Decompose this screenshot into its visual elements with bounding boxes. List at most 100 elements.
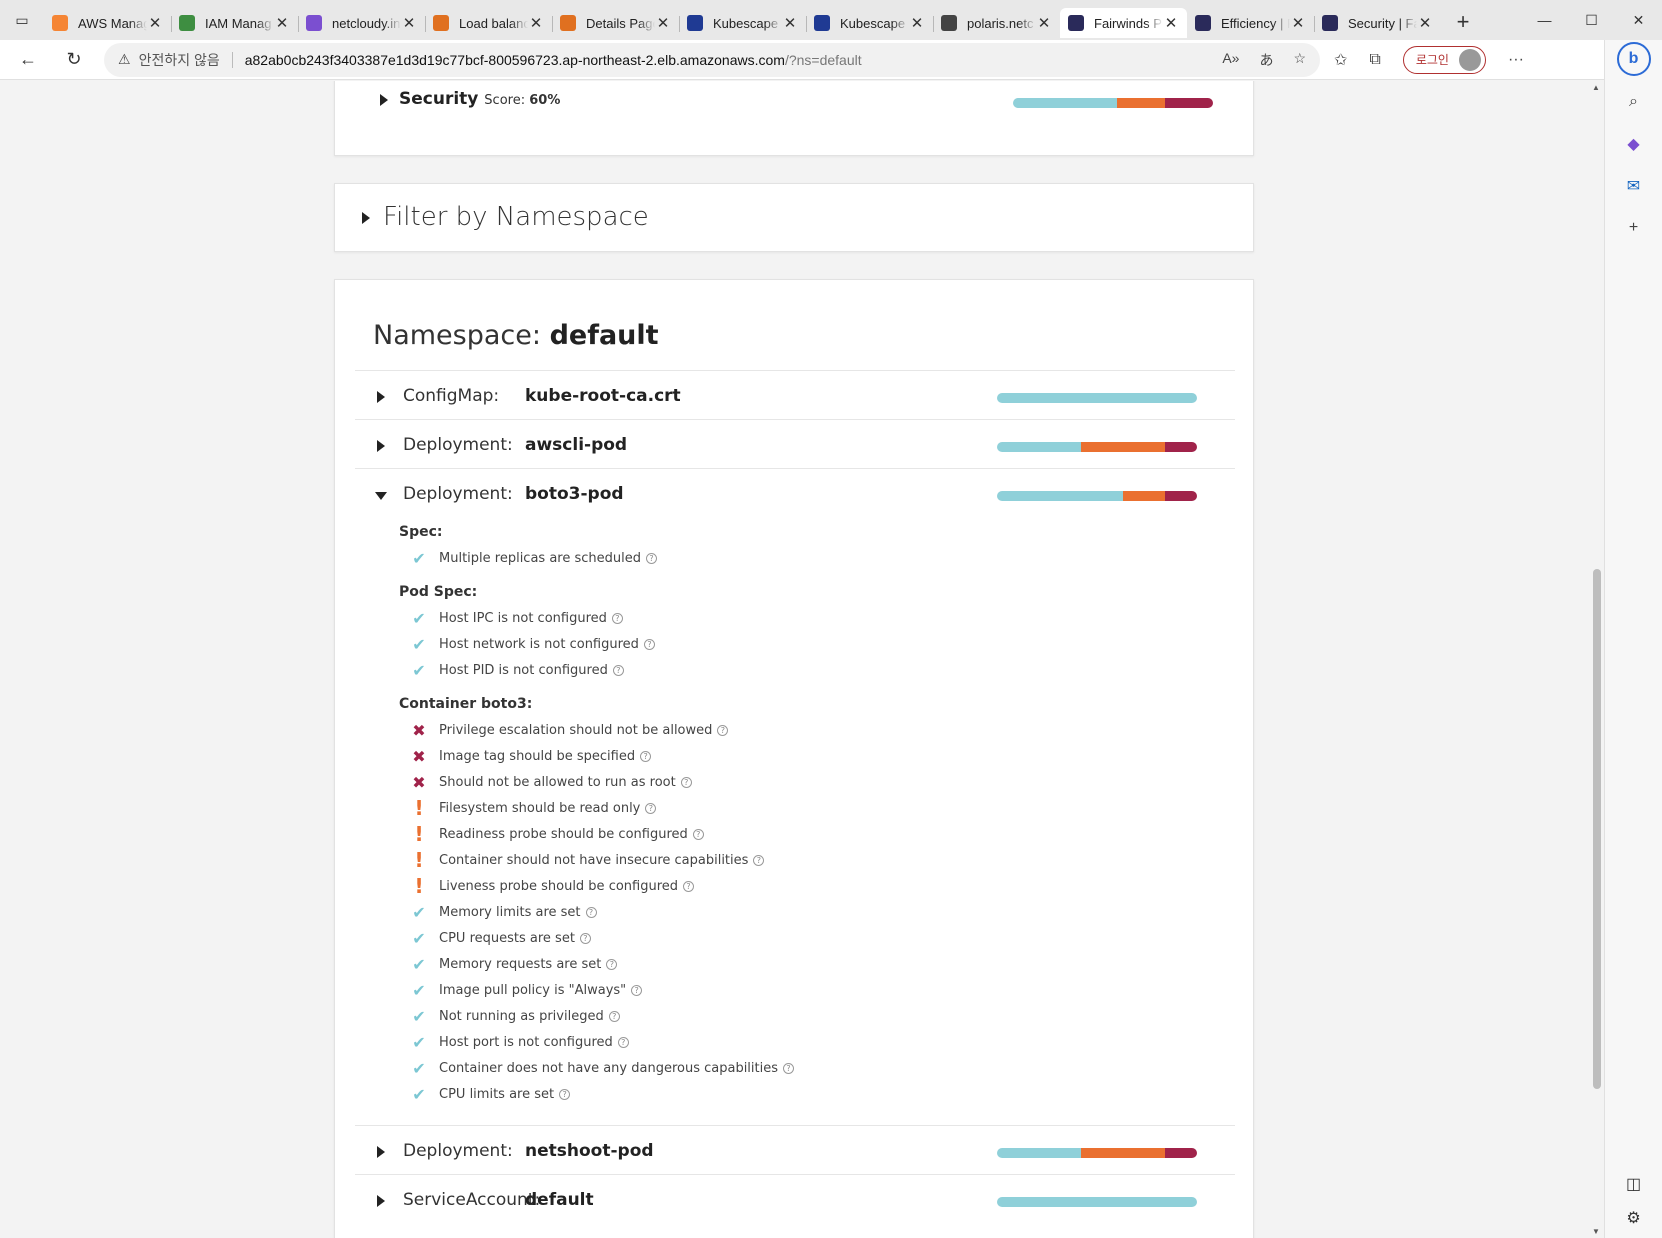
url-host[interactable]: a82ab0cb243f3403387e1d3d19c77bcf-8005967… [245, 52, 785, 68]
resource-row[interactable]: ServiceAccount: default [355, 1174, 1235, 1226]
question-circle-icon[interactable]: ? [559, 1088, 571, 1100]
resource-name[interactable]: default [525, 1190, 594, 1210]
close-tab-icon[interactable]: ✕ [1417, 14, 1433, 32]
resource-name[interactable]: kube-root-ca.crt [525, 386, 681, 406]
tools-icon[interactable]: ◆ [1618, 128, 1650, 160]
caret-right-icon[interactable] [377, 391, 385, 403]
question-circle-icon[interactable]: ? [585, 906, 597, 918]
question-circle-icon[interactable]: ? [631, 984, 643, 996]
browser-tab[interactable]: Details Page ✕ [552, 8, 679, 38]
check-group-label: Container boto3: [399, 696, 533, 712]
favorites-icon[interactable]: ✩ [1334, 50, 1347, 70]
resource-row[interactable]: Deployment: boto3-pod [355, 468, 1235, 520]
resource-score-bar [997, 491, 1197, 501]
page-scrollbar[interactable]: ▲ ▼ [1590, 81, 1604, 1238]
question-circle-icon[interactable]: ? [617, 1036, 629, 1048]
bing-icon[interactable]: b [1616, 42, 1651, 76]
url-path[interactable]: /?ns=default [785, 52, 862, 68]
caret-right-icon[interactable] [377, 1146, 385, 1158]
browser-tab[interactable]: Kubescape ✕ [806, 8, 933, 38]
resource-row[interactable]: ConfigMap: kube-root-ca.crt [355, 370, 1235, 422]
browser-tab[interactable]: Kubescape ✕ [679, 8, 806, 38]
browser-tab[interactable]: Security | Fa ✕ [1314, 8, 1441, 38]
resource-name[interactable]: boto3-pod [525, 484, 624, 504]
tab-actions-icon[interactable]: ▭ [0, 0, 44, 40]
browser-tab[interactable]: Fairwinds P ✕ [1060, 8, 1187, 38]
filter-namespace-title[interactable]: Filter by Namespace [383, 202, 649, 232]
caret-right-icon[interactable] [377, 1195, 385, 1207]
caret-down-icon[interactable] [375, 492, 387, 500]
caret-right-icon[interactable] [380, 94, 388, 106]
browser-tab[interactable]: Efficiency | F ✕ [1187, 8, 1314, 38]
browser-tab[interactable]: netcloudy.in ✕ [298, 8, 425, 38]
security-card[interactable]: Security Score: 60% [334, 81, 1254, 156]
back-icon[interactable]: ← [10, 42, 46, 78]
close-tab-icon[interactable]: ✕ [655, 14, 671, 32]
add-favorite-icon[interactable]: ☆ [1293, 50, 1306, 70]
translate-icon[interactable]: あ [1259, 50, 1273, 70]
more-menu-icon[interactable]: ··· [1508, 51, 1524, 69]
question-circle-icon[interactable]: ? [611, 612, 623, 624]
browser-tab[interactable]: IAM Manag ✕ [171, 8, 298, 38]
question-circle-icon[interactable]: ? [783, 1062, 795, 1074]
resource-kind[interactable]: Deployment: [403, 435, 513, 455]
resource-row[interactable]: Deployment: awscli-pod [355, 419, 1235, 471]
question-circle-icon[interactable]: ? [680, 776, 692, 788]
close-tab-icon[interactable]: ✕ [1036, 14, 1052, 32]
insecure-label[interactable]: 안전하지 않음 [139, 50, 220, 70]
security-title[interactable]: Security Score: 60% [399, 89, 560, 109]
read-aloud-icon[interactable]: A» [1222, 50, 1239, 70]
browser-tab[interactable]: AWS Manag ✕ [44, 8, 171, 38]
resource-kind[interactable]: Deployment: [403, 1141, 513, 1161]
close-tab-icon[interactable]: ✕ [401, 14, 417, 32]
question-circle-icon[interactable]: ? [612, 664, 624, 676]
filter-namespace-card[interactable]: Filter by Namespace [334, 183, 1254, 252]
collections-icon[interactable]: ⧉ [1369, 51, 1380, 69]
settings-icon[interactable]: ⚙ [1626, 1208, 1640, 1228]
browser-tab[interactable]: polaris.netc ✕ [933, 8, 1060, 38]
resource-row[interactable]: Deployment: netshoot-pod [355, 1125, 1235, 1177]
minimize-icon[interactable]: — [1521, 0, 1568, 40]
resource-name[interactable]: netshoot-pod [525, 1141, 654, 1161]
resource-kind[interactable]: ConfigMap: [403, 386, 499, 406]
question-circle-icon[interactable]: ? [606, 958, 618, 970]
resource-name[interactable]: awscli-pod [525, 435, 627, 455]
caret-right-icon[interactable] [377, 440, 385, 452]
question-circle-icon[interactable]: ? [753, 854, 765, 866]
close-tab-icon[interactable]: ✕ [274, 14, 290, 32]
scroll-down-icon[interactable]: ▼ [1592, 1227, 1600, 1236]
login-button[interactable]: 로그인 [1402, 45, 1486, 74]
scrollbar-thumb[interactable] [1593, 569, 1601, 1089]
resource-kind[interactable]: Deployment: [403, 484, 513, 504]
caret-right-icon[interactable] [362, 212, 370, 224]
close-tab-icon[interactable]: ✕ [782, 14, 798, 32]
question-circle-icon[interactable]: ? [608, 1010, 620, 1022]
add-sidebar-icon[interactable]: + [1618, 212, 1650, 244]
outlook-icon[interactable]: ✉ [1618, 170, 1650, 202]
question-circle-icon[interactable]: ? [717, 724, 729, 736]
question-circle-icon[interactable]: ? [692, 828, 704, 840]
close-tab-icon[interactable]: ✕ [1163, 14, 1179, 32]
question-circle-icon[interactable]: ? [579, 932, 591, 944]
close-tab-icon[interactable]: ✕ [909, 14, 925, 32]
question-circle-icon[interactable]: ? [645, 802, 657, 814]
question-circle-icon[interactable]: ? [640, 750, 652, 762]
browser-tab[interactable]: Load balanc ✕ [425, 8, 552, 38]
close-window-icon[interactable]: ✕ [1615, 0, 1662, 40]
search-icon[interactable]: ⌕ [1618, 86, 1650, 118]
maximize-icon[interactable]: ☐ [1568, 0, 1615, 40]
resource-kind[interactable]: ServiceAccount: [403, 1190, 540, 1210]
scroll-up-icon[interactable]: ▲ [1592, 83, 1600, 92]
check-item: ✔ Memory requests are set? [399, 951, 999, 977]
close-tab-icon[interactable]: ✕ [528, 14, 544, 32]
close-tab-icon[interactable]: ✕ [1290, 14, 1306, 32]
question-circle-icon[interactable]: ? [646, 552, 657, 564]
close-tab-icon[interactable]: ✕ [147, 14, 163, 32]
address-bar[interactable]: ⚠ 안전하지 않음 a82ab0cb243f3403387e1d3d19c77b… [104, 42, 1320, 77]
question-circle-icon[interactable]: ? [643, 638, 655, 650]
refresh-icon[interactable]: ↻ [56, 42, 92, 78]
new-tab-button[interactable]: + [1447, 6, 1479, 38]
sidebar-toggle-icon[interactable]: ◫ [1626, 1174, 1641, 1194]
question-circle-icon[interactable]: ? [683, 880, 695, 892]
warning-icon[interactable]: ⚠ [118, 51, 131, 68]
